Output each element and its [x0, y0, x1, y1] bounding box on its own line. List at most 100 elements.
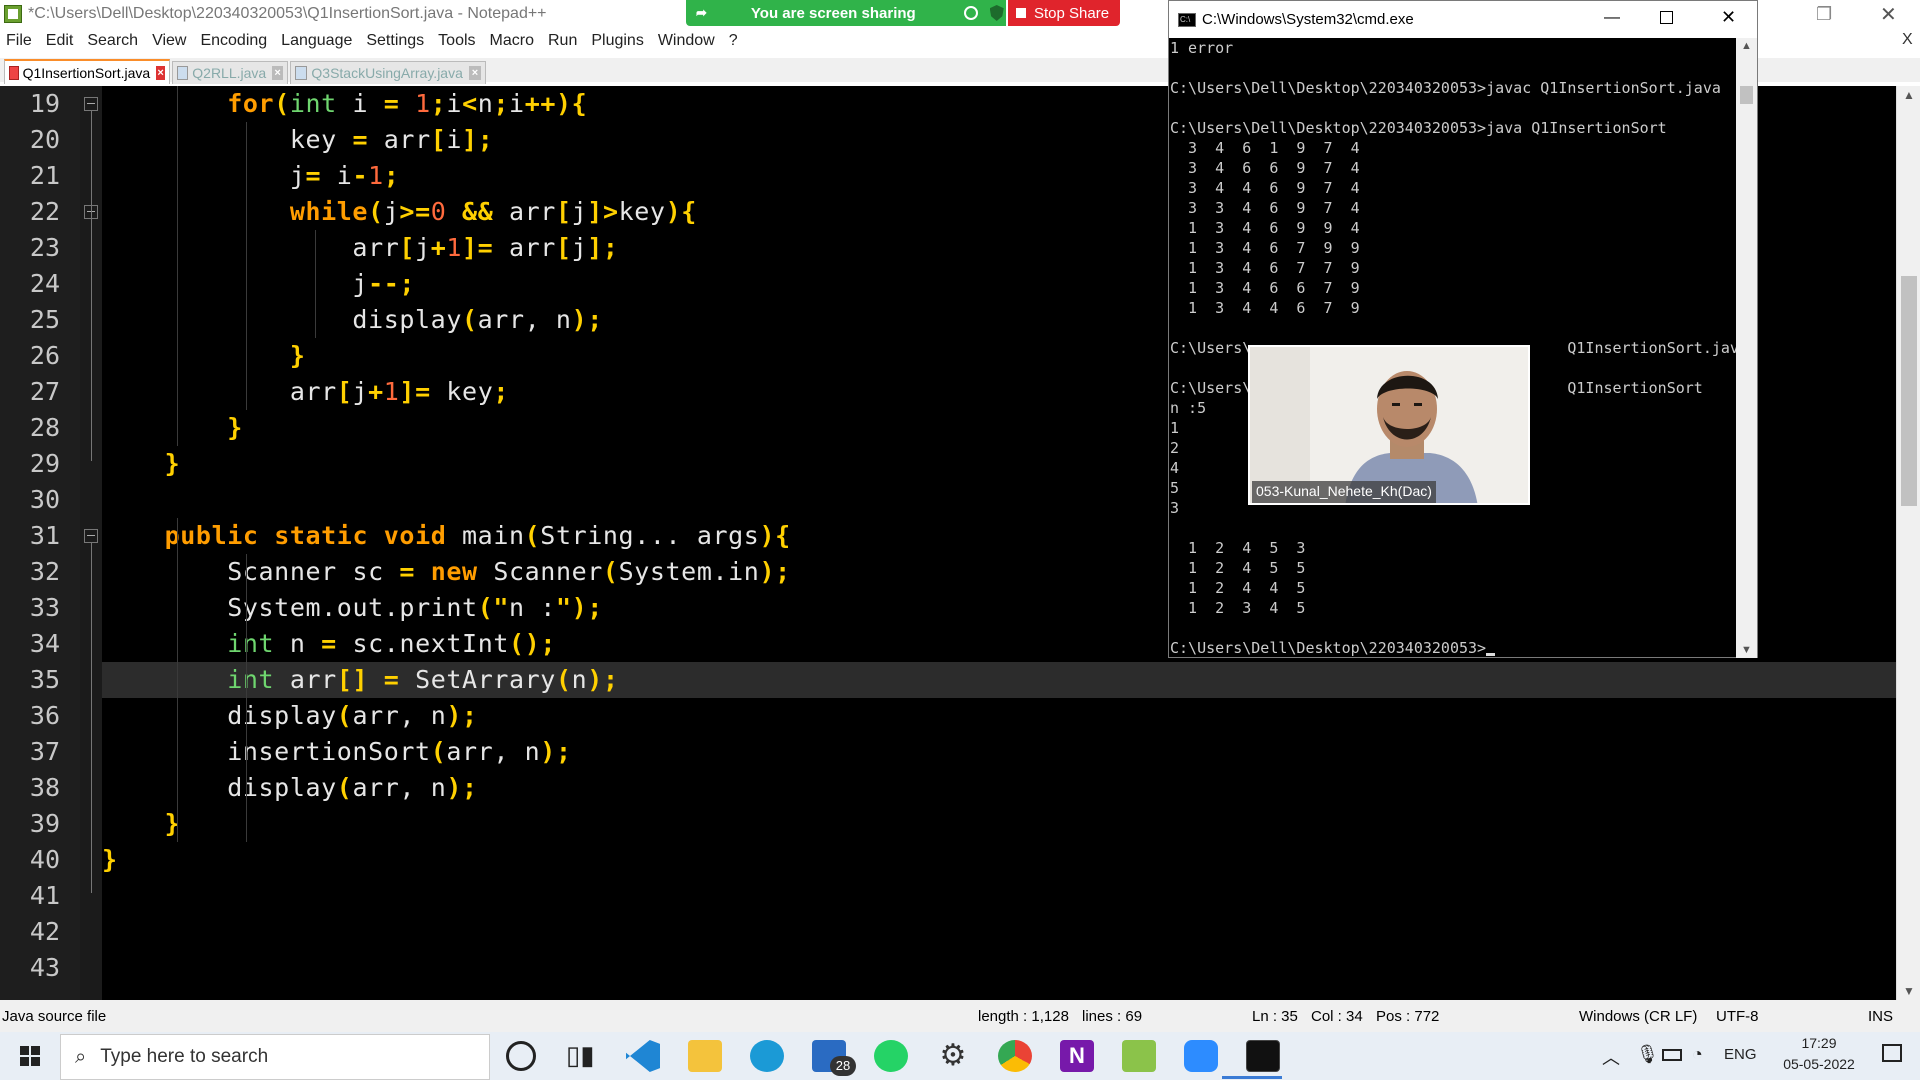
code-line[interactable]: display(arr, n);: [102, 770, 478, 806]
menu-tools[interactable]: Tools: [438, 32, 475, 50]
scrollbar-thumb[interactable]: [1740, 86, 1753, 104]
fold-line: [91, 543, 92, 893]
window-title: *C:\Users\Dell\Desktop\220340320053\Q1In…: [28, 5, 547, 22]
microphone-icon[interactable]: 🎙: [1636, 1044, 1659, 1065]
code-line[interactable]: while(j>=0 && arr[j]>key){: [102, 194, 697, 230]
code-line[interactable]: }: [102, 842, 118, 878]
cmd-line: C:\Users\Dell\Desktop\220340320053>java …: [1170, 119, 1667, 137]
scroll-up-icon[interactable]: ▲: [1903, 88, 1915, 102]
code-line[interactable]: int n = sc.nextInt();: [102, 626, 556, 662]
code-line[interactable]: }: [102, 446, 180, 482]
cmd-line: 1 2 3 4 5: [1170, 599, 1306, 617]
code-line[interactable]: display(arr, n);: [102, 698, 478, 734]
scroll-up-icon[interactable]: ▲: [1741, 40, 1752, 52]
menu-window[interactable]: Window: [658, 32, 715, 50]
line-number: 24: [29, 269, 60, 298]
scroll-down-icon[interactable]: ▼: [1741, 644, 1752, 656]
clock-time[interactable]: 17:29: [1784, 1035, 1854, 1051]
menu-file[interactable]: File: [6, 32, 32, 50]
cmd-window[interactable]: C:\ C:\Windows\System32\cmd.exe — ✕ 1 er…: [1168, 0, 1758, 658]
chevron-up-icon[interactable]: ︿: [1602, 1044, 1620, 1070]
code-line[interactable]: j--;: [102, 266, 415, 302]
code-line[interactable]: }: [102, 338, 305, 374]
tab-q1insertionsort[interactable]: Q1InsertionSort.java ×: [4, 59, 170, 84]
menu-search[interactable]: Search: [87, 32, 138, 50]
line-number-gutter: 19 20 21 22 23 24 25 26 27 28 29 30 31 32 33 34 35 36 37 38…: [0, 86, 80, 1000]
code-line[interactable]: key = arr[i];: [102, 122, 493, 158]
settings-gear-icon[interactable]: ⚙: [936, 1040, 970, 1072]
scroll-down-icon[interactable]: ▼: [1903, 984, 1915, 998]
code-line[interactable]: }: [102, 410, 243, 446]
cmd-scrollbar[interactable]: ▲ ▼: [1736, 38, 1757, 658]
close-icon[interactable]: ✕: [1880, 2, 1897, 27]
tab-close-icon[interactable]: ×: [272, 66, 283, 80]
editor-scrollbar[interactable]: ▲ ▼: [1896, 86, 1920, 1000]
windows-start-icon[interactable]: [20, 1046, 40, 1066]
status-col: Col : 34: [1311, 1008, 1363, 1025]
notification-icon[interactable]: [1882, 1044, 1902, 1062]
task-view-icon[interactable]: ▯▮: [566, 1040, 600, 1072]
cortana-icon[interactable]: [506, 1041, 536, 1071]
menu-language[interactable]: Language: [281, 32, 352, 50]
chrome-icon[interactable]: [998, 1040, 1032, 1072]
code-line[interactable]: }: [102, 806, 180, 842]
file-explorer-icon[interactable]: [688, 1040, 722, 1072]
fold-toggle[interactable]: [84, 529, 98, 543]
indent-guide: [246, 554, 247, 842]
pause-icon[interactable]: [963, 6, 978, 20]
line-number: 36: [29, 701, 60, 730]
code-line[interactable]: insertionSort(arr, n);: [102, 734, 572, 770]
clock-date[interactable]: 05-05-2022: [1778, 1056, 1860, 1072]
menu-run[interactable]: Run: [548, 32, 577, 50]
minimize-icon[interactable]: —: [1604, 9, 1620, 27]
wifi-icon[interactable]: ◔: [1692, 1044, 1703, 1065]
whatsapp-icon[interactable]: [874, 1040, 908, 1072]
edge-icon[interactable]: [750, 1040, 784, 1072]
tab-q3stackusingarray[interactable]: Q3StackUsingArray.java ×: [290, 61, 486, 84]
cmd-taskbar-icon[interactable]: [1246, 1040, 1280, 1072]
maximize-icon[interactable]: [1660, 11, 1673, 24]
participant-name: 053-Kunal_Nehete_Kh(Dac): [1252, 481, 1436, 503]
code-line[interactable]: arr[j+1]= key;: [102, 374, 509, 410]
stop-share-button[interactable]: Stop Share: [1008, 0, 1120, 26]
indent-guide: [177, 518, 178, 842]
cmd-line: [1170, 518, 1736, 538]
line-number: 20: [29, 125, 60, 154]
vscode-icon[interactable]: [626, 1040, 660, 1072]
menu-macro[interactable]: Macro: [490, 32, 534, 50]
zoom-icon[interactable]: [1184, 1040, 1218, 1072]
battery-icon[interactable]: [1662, 1049, 1682, 1061]
file-icon: [9, 65, 19, 80]
onenote-icon[interactable]: N: [1060, 1040, 1094, 1072]
fold-toggle[interactable]: [84, 97, 98, 111]
close-document-button[interactable]: X: [1902, 31, 1913, 49]
taskbar-search[interactable]: ⌕ Type here to search: [60, 1034, 490, 1080]
menu-help[interactable]: ?: [729, 32, 738, 50]
code-line[interactable]: arr[j+1]= arr[j];: [102, 230, 619, 266]
cmd-line: 1 2 4 5 3: [1170, 539, 1306, 557]
cmd-close-icon[interactable]: ✕: [1721, 7, 1736, 28]
code-line[interactable]: public static void main(String... args){: [102, 518, 791, 554]
code-line[interactable]: int arr[] = SetArrary(n);: [102, 662, 619, 698]
code-line[interactable]: for(int i = 1;i<n;i++){: [102, 86, 587, 122]
menu-plugins[interactable]: Plugins: [591, 32, 643, 50]
scrollbar-thumb[interactable]: [1901, 276, 1917, 506]
search-placeholder: Type here to search: [100, 1046, 269, 1067]
menu-edit[interactable]: Edit: [46, 32, 74, 50]
code-line[interactable]: Scanner sc = new Scanner(System.in);: [102, 554, 791, 590]
tab-close-icon[interactable]: ×: [156, 65, 165, 80]
menu-settings[interactable]: Settings: [366, 32, 424, 50]
notepadpp-taskbar-icon[interactable]: [1122, 1040, 1156, 1072]
cmd-cursor: [1486, 653, 1496, 656]
tab-q2rll[interactable]: Q2RLL.java ×: [172, 61, 288, 84]
line-number: 21: [29, 161, 60, 190]
menu-view[interactable]: View: [152, 32, 186, 50]
participant-video[interactable]: 053-Kunal_Nehete_Kh(Dac): [1248, 345, 1530, 505]
language-indicator[interactable]: ENG: [1724, 1046, 1757, 1063]
tab-close-icon[interactable]: ×: [468, 66, 481, 80]
code-line[interactable]: j= i-1;: [102, 158, 399, 194]
restore-icon[interactable]: ❐: [1816, 4, 1832, 25]
line-number: 37: [29, 737, 60, 766]
menu-encoding[interactable]: Encoding: [200, 32, 267, 50]
line-number: 25: [29, 305, 60, 334]
